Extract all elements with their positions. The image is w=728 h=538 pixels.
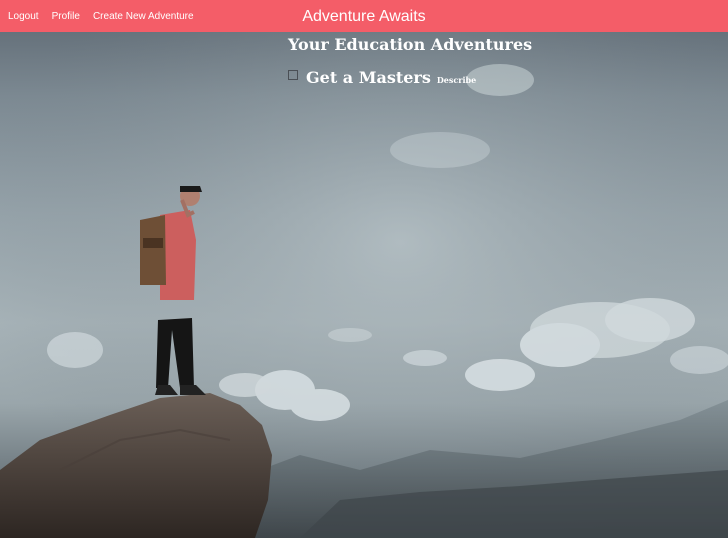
page: Logout Profile Create New Adventure Adve… xyxy=(0,0,728,538)
adventure-title: Get a Masters xyxy=(306,68,431,87)
profile-link[interactable]: Profile xyxy=(52,11,80,22)
page-title: Your Education Adventures xyxy=(288,35,533,54)
top-navbar: Logout Profile Create New Adventure Adve… xyxy=(0,0,728,32)
adventure-list-item: Get a Masters Describe xyxy=(288,68,532,87)
logout-link[interactable]: Logout xyxy=(8,11,39,22)
adventure-checkbox[interactable] xyxy=(288,70,298,80)
brand-title[interactable]: Adventure Awaits xyxy=(302,8,425,25)
describe-link[interactable]: Describe xyxy=(437,75,476,85)
create-new-adventure-link[interactable]: Create New Adventure xyxy=(93,11,194,22)
main-content: Your Education Adventures Get a Masters … xyxy=(288,35,532,87)
